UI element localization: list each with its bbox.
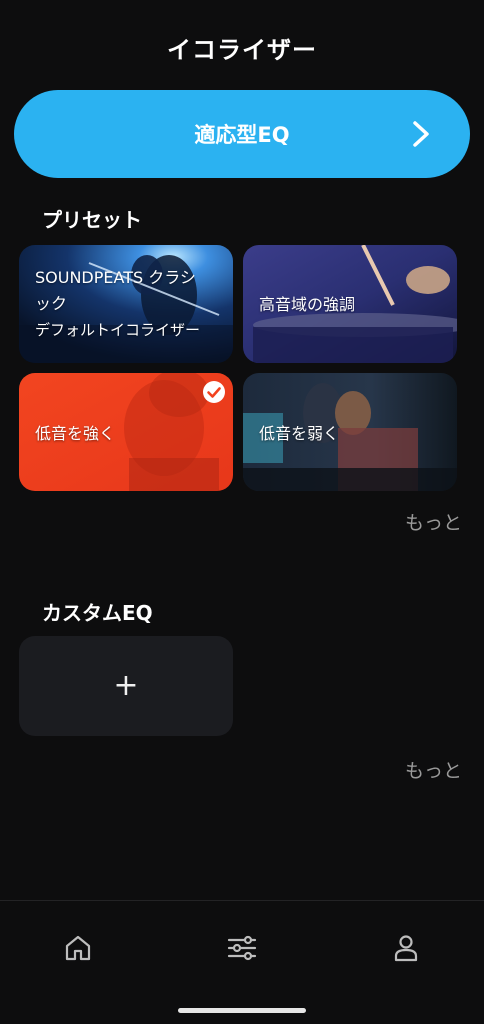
home-indicator: [178, 1008, 306, 1013]
page-title: イコライザー: [167, 36, 317, 64]
custom-eq-section-title: カスタムEQ: [42, 601, 153, 625]
chevron-right-icon: [413, 121, 429, 147]
nav-profile[interactable]: [386, 928, 426, 968]
home-icon: [65, 935, 91, 961]
presets-section-title: プリセット: [42, 208, 142, 232]
nav-home[interactable]: [58, 928, 98, 968]
preset-card-bass-boost[interactable]: 低音を強く: [19, 373, 233, 491]
preset-card-treble-boost[interactable]: 高音域の強調: [243, 245, 457, 363]
custom-eq-more-link[interactable]: もっと: [405, 756, 462, 783]
adaptive-eq-button[interactable]: 適応型EQ: [14, 90, 470, 178]
profile-icon: [394, 935, 418, 962]
bottom-nav-divider: [0, 900, 484, 901]
adaptive-eq-label: 適応型EQ: [194, 123, 290, 147]
preset-card-classic[interactable]: SOUNDPEATS クラシ ック デフォルトイコライザー: [19, 245, 233, 363]
selected-check-icon: [203, 381, 225, 403]
preset-title: 低音を強く: [35, 424, 116, 443]
presets-more-link[interactable]: もっと: [405, 508, 462, 535]
preset-subtitle: デフォルトイコライザー: [35, 321, 201, 339]
plus-icon: +: [113, 668, 139, 703]
preset-title: 高音域の強調: [259, 295, 356, 314]
preset-title-line1: SOUNDPEATS クラシ: [35, 268, 196, 287]
preset-title: 低音を弱く: [259, 424, 340, 443]
add-custom-eq-button[interactable]: +: [19, 636, 233, 736]
preset-card-bass-reduce[interactable]: 低音を弱く: [243, 373, 457, 491]
equalizer-sliders-icon: [227, 935, 257, 961]
nav-equalizer[interactable]: [222, 928, 262, 968]
preset-title-line2: ック: [35, 294, 68, 313]
